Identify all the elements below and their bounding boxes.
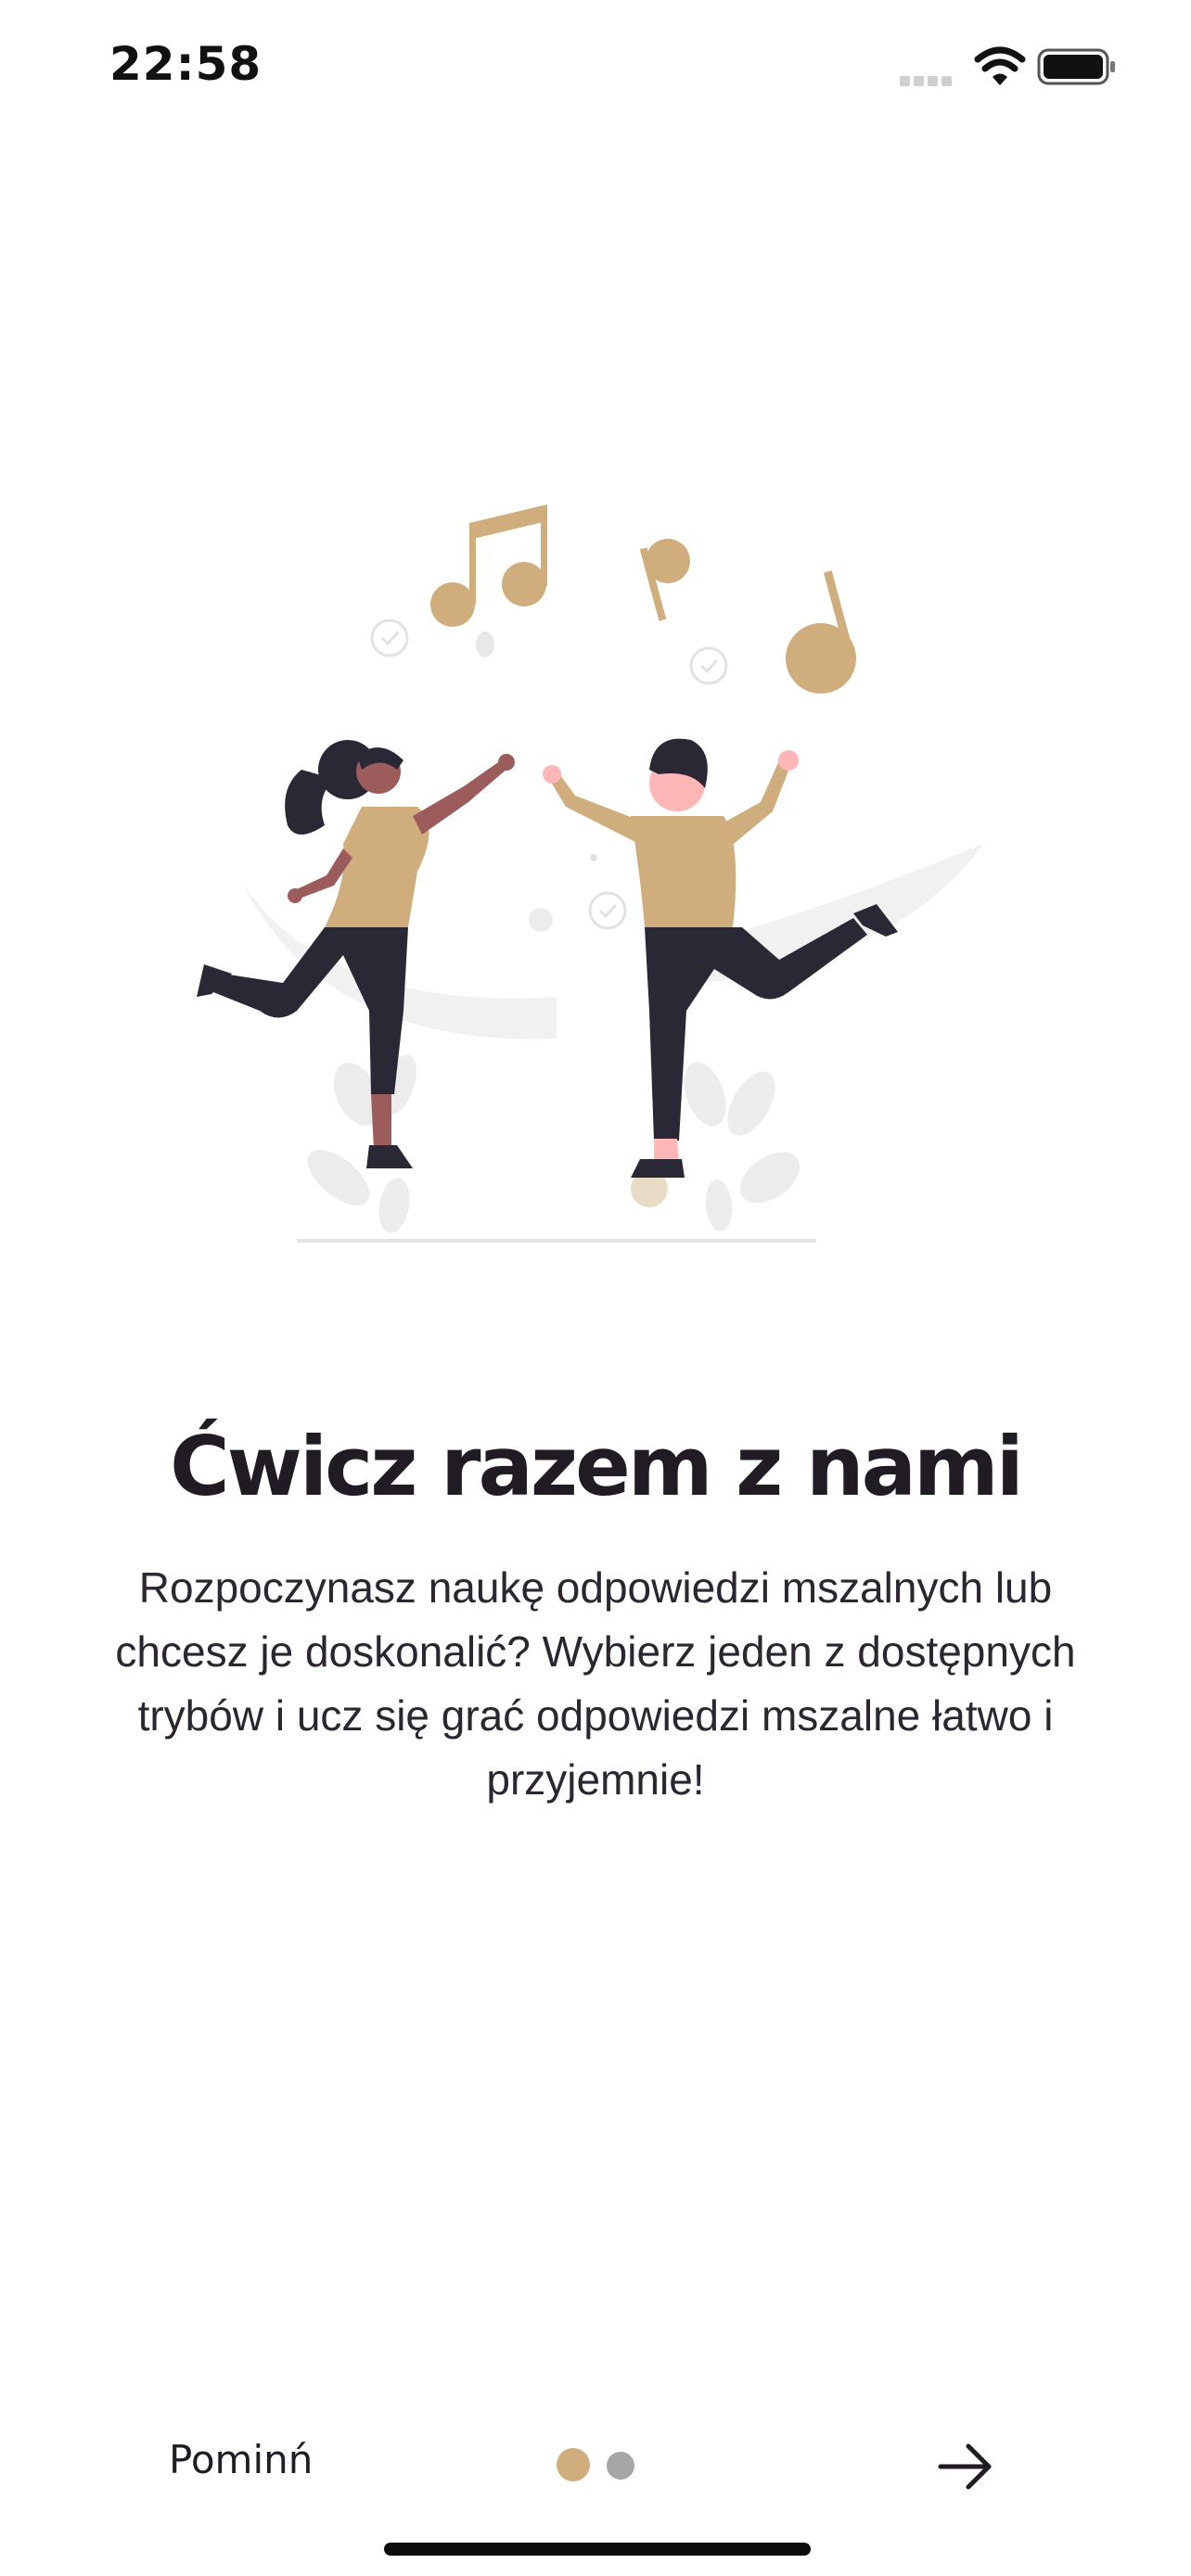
status-bar: 22:58 [0,0,1191,139]
home-indicator[interactable] [384,2543,811,2556]
battery-icon [1037,48,1115,85]
status-time: 22:58 [109,37,263,91]
page-dot-inactive[interactable] [607,2452,634,2480]
wifi-icon [974,46,1026,85]
page-indicator [557,2448,640,2481]
skip-button[interactable]: Pominń [169,2437,313,2482]
page-dot-active[interactable] [557,2448,590,2481]
dancing-couple-illustration [197,504,983,1243]
onboarding-title: Ćwicz razem z nami [170,1419,1024,1514]
onboarding-description: Rozpoczynasz naukę odpowiedzi mszalnych … [115,1563,1076,1804]
cellular-signal-icon [900,74,957,86]
next-button[interactable] [933,2437,998,2496]
arrow-right-icon [938,2443,992,2490]
